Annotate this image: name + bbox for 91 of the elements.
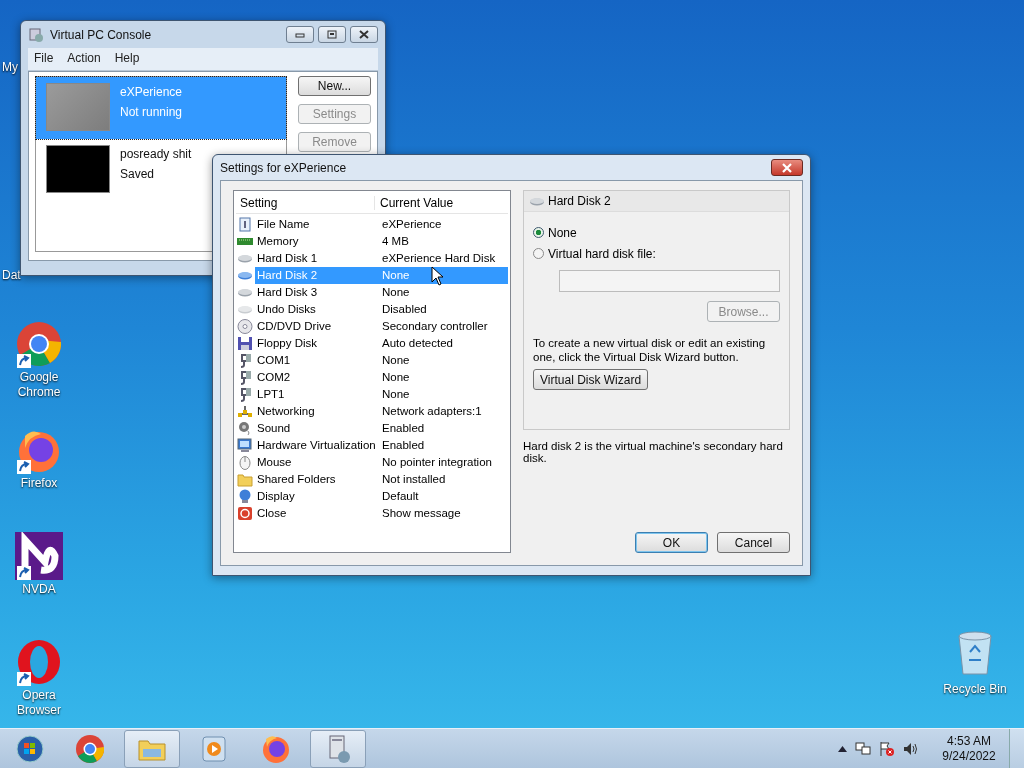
- column-header[interactable]: Setting: [236, 196, 375, 210]
- radio-label[interactable]: None: [548, 225, 577, 240]
- setting-value: No pointer integration: [381, 455, 493, 470]
- dialog-button[interactable]: Cancel: [717, 532, 790, 553]
- desktop-icon-label[interactable]: Google Chrome: [9, 370, 69, 400]
- dialog-button[interactable]: OK: [635, 532, 708, 553]
- machine-name: eXPerience: [120, 85, 183, 99]
- restore-icon: [327, 30, 337, 39]
- setting-value: None: [381, 285, 411, 300]
- setting-name[interactable]: Hard Disk 3: [255, 284, 381, 301]
- window-title: Virtual PC Console: [50, 27, 152, 42]
- show-hidden-icons-icon[interactable]: [838, 745, 847, 752]
- setting-name[interactable]: Hard Disk 1: [255, 250, 381, 267]
- flag-icon[interactable]: [879, 740, 895, 757]
- setting-value: Disabled: [381, 302, 428, 317]
- setting-value: None: [381, 353, 411, 368]
- screen-thumbnail: [46, 145, 110, 193]
- setting-name[interactable]: Display: [255, 488, 381, 505]
- clock-time: 4:53 AM: [947, 733, 991, 749]
- network-icon: [237, 404, 253, 419]
- menu-item[interactable]: File: [34, 51, 54, 65]
- desktop-icon-label[interactable]: My: [2, 60, 18, 74]
- radio-button[interactable]: [533, 227, 544, 238]
- setting-name[interactable]: Mouse: [255, 454, 381, 471]
- setting-value: Default: [381, 489, 420, 504]
- window-title: Settings for eXPerience: [220, 160, 347, 175]
- minimize-button[interactable]: [286, 26, 314, 43]
- setting-value: Enabled: [381, 438, 426, 453]
- setting-name[interactable]: Close: [255, 505, 381, 522]
- machine-name: posready shit: [120, 147, 192, 161]
- hardware-icon: [237, 438, 253, 453]
- menu-item[interactable]: Help: [114, 51, 140, 65]
- setting-value: Secondary controller: [381, 319, 489, 334]
- windows-logo-icon: [16, 734, 44, 763]
- setting-value: Enabled: [381, 421, 426, 436]
- setting-value: None: [381, 387, 411, 402]
- setting-value: eXPerience Hard Disk: [381, 251, 497, 266]
- console-button[interactable]: New...: [298, 76, 371, 96]
- setting-name[interactable]: Floppy Disk: [255, 335, 381, 352]
- setting-value: Show message: [381, 506, 462, 521]
- setting-name[interactable]: Shared Folders: [255, 471, 381, 488]
- setting-value: Network adapters:1: [381, 404, 483, 419]
- close-button[interactable]: [350, 26, 378, 43]
- machine-status: Not running: [120, 105, 183, 119]
- browser-logo-icon[interactable]: [15, 320, 63, 368]
- setting-name[interactable]: Networking: [255, 403, 381, 420]
- clock[interactable]: 4:53 AM 9/24/2022: [937, 733, 1001, 764]
- mouse-icon: [237, 455, 253, 470]
- setting-name[interactable]: LPT1: [255, 386, 381, 403]
- setting-name[interactable]: Hardware Virtualization: [255, 437, 381, 454]
- setting-name[interactable]: Undo Disks: [255, 301, 381, 318]
- folder-icon: [237, 472, 253, 487]
- help-text: To create a new virtual disk or edit an existing one, click the Virtual Disk Wizard button.: [533, 336, 767, 364]
- restore-button[interactable]: [318, 26, 346, 43]
- setting-value: Auto detected: [381, 336, 454, 351]
- mouse-pointer-icon: [431, 266, 445, 286]
- n-logo-icon[interactable]: [15, 532, 63, 580]
- setting-value: None: [381, 370, 411, 385]
- setting-value: Not installed: [381, 472, 447, 487]
- setting-name[interactable]: Sound: [255, 420, 381, 437]
- setting-name[interactable]: COM1: [255, 352, 381, 369]
- panel-title: Hard Disk 2: [548, 194, 611, 208]
- setting-name[interactable]: CD/DVD Drive: [255, 318, 381, 335]
- setting-value: eXPerience: [381, 217, 443, 232]
- cd-icon: [237, 319, 253, 334]
- network-icon[interactable]: [855, 740, 871, 757]
- desktop-icon-label[interactable]: Dat: [2, 268, 21, 282]
- browser-logo-icon: [74, 732, 106, 765]
- setting-value: None: [381, 267, 508, 284]
- setting-name[interactable]: File Name: [255, 216, 381, 233]
- wizard-button[interactable]: Virtual Disk Wizard: [533, 369, 649, 390]
- floppy-icon: [237, 336, 253, 351]
- setting-name[interactable]: COM2: [255, 369, 381, 386]
- recycle-bin-icon[interactable]: [955, 630, 995, 676]
- setting-value: 4 MB: [381, 234, 410, 249]
- browser-logo-icon[interactable]: [15, 638, 63, 686]
- sound-icon: [237, 421, 253, 436]
- info-icon: [237, 217, 253, 232]
- setting-name[interactable]: Memory: [255, 233, 381, 250]
- close-button[interactable]: [771, 159, 803, 176]
- radio-button[interactable]: [533, 248, 544, 259]
- computer-icon: [28, 26, 44, 43]
- column-header[interactable]: Current Value: [375, 196, 454, 210]
- setting-description: Hard disk 2 is the virtual machine's secondary hard disk.: [523, 440, 784, 464]
- machine-status: Saved: [120, 167, 156, 181]
- minimize-icon: [295, 31, 305, 38]
- menu-item[interactable]: Action: [67, 51, 101, 65]
- clock-date: 9/24/2022: [942, 748, 996, 764]
- screen-thumbnail: [46, 83, 110, 131]
- radio-label[interactable]: Virtual hard disk file:: [548, 246, 656, 261]
- disk-icon: [529, 196, 545, 206]
